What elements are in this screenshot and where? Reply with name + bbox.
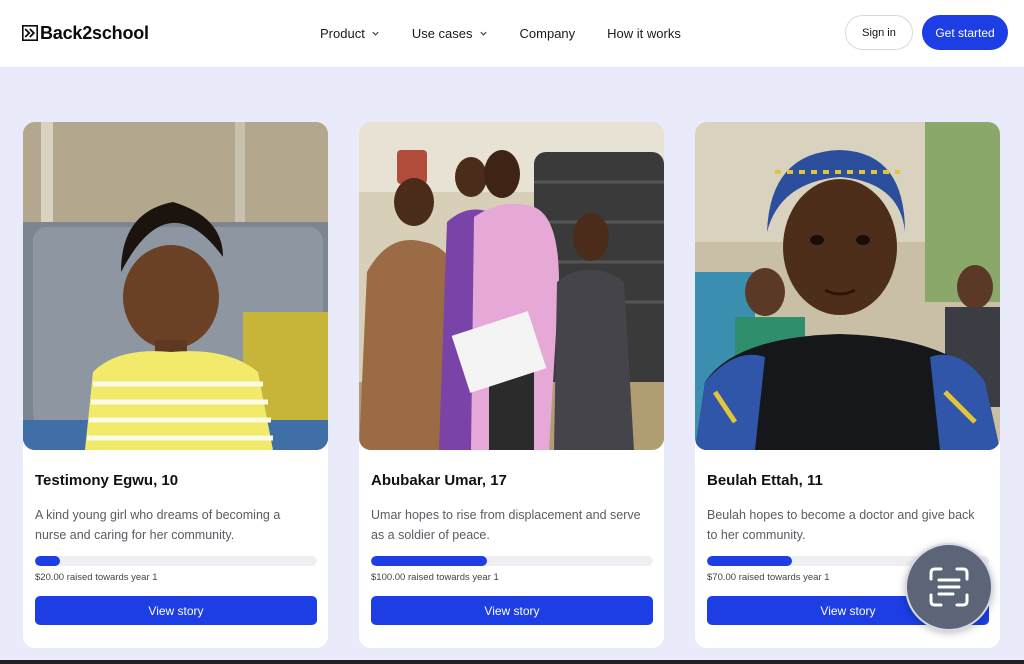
student-name: Abubakar Umar, 17	[371, 472, 507, 489]
nav-product[interactable]: Product	[320, 26, 380, 41]
view-story-button[interactable]: View story	[35, 596, 317, 625]
student-card-1: Testimony Egwu, 10 A kind young girl who…	[23, 122, 328, 648]
main-nav: Product Use cases Company How it works	[320, 24, 681, 42]
brand-logo[interactable]: Back2school	[22, 22, 149, 44]
get-started-button[interactable]: Get started	[922, 15, 1008, 50]
nav-use-cases-label: Use cases	[411, 25, 473, 41]
student-name: Testimony Egwu, 10	[35, 472, 179, 489]
brand-name: Back2school	[40, 22, 149, 43]
logo-icon	[22, 25, 38, 41]
nav-use-cases[interactable]: Use cases	[412, 26, 488, 41]
view-story-button[interactable]: View story	[371, 596, 653, 625]
student-photo	[23, 122, 328, 450]
sign-in-button[interactable]: Sign in	[845, 15, 913, 50]
chevron-down-icon	[479, 31, 487, 36]
student-photo-illustration	[359, 122, 664, 450]
raised-amount: $20.00 raised towards year 1	[35, 572, 158, 583]
student-photo-illustration	[695, 122, 1000, 450]
nav-product-label: Product	[320, 25, 365, 41]
nav-company[interactable]: Company	[520, 26, 576, 41]
funding-progress-bar	[371, 556, 653, 566]
scan-text-button[interactable]	[905, 543, 993, 631]
funding-progress-fill	[371, 556, 487, 566]
funding-progress-fill	[35, 556, 61, 566]
nav-how-it-works-label: How it works	[607, 25, 681, 41]
top-navbar: Back2school Product Use cases Company Ho…	[0, 0, 1024, 68]
nav-how-it-works[interactable]: How it works	[607, 26, 681, 41]
raised-amount: $70.00 raised towards year 1	[707, 572, 830, 583]
student-description: Beulah hopes to become a doctor and give…	[707, 508, 975, 542]
nav-company-label: Company	[519, 25, 576, 41]
student-card-2: Abubakar Umar, 17 Umar hopes to rise fro…	[359, 122, 664, 648]
bottom-edge	[0, 660, 1024, 664]
student-photo	[695, 122, 1000, 450]
student-description: A kind young girl who dreams of becoming…	[35, 508, 281, 542]
student-description: Umar hopes to rise from displacement and…	[371, 508, 641, 542]
student-photo-illustration	[23, 122, 328, 450]
chevron-down-icon	[372, 31, 379, 36]
raised-amount: $100.00 raised towards year 1	[371, 572, 499, 583]
student-name: Beulah Ettah, 11	[707, 472, 823, 489]
student-photo	[359, 122, 664, 450]
funding-progress-bar	[35, 556, 317, 566]
scan-text-icon	[929, 567, 969, 607]
funding-progress-fill	[707, 556, 792, 566]
